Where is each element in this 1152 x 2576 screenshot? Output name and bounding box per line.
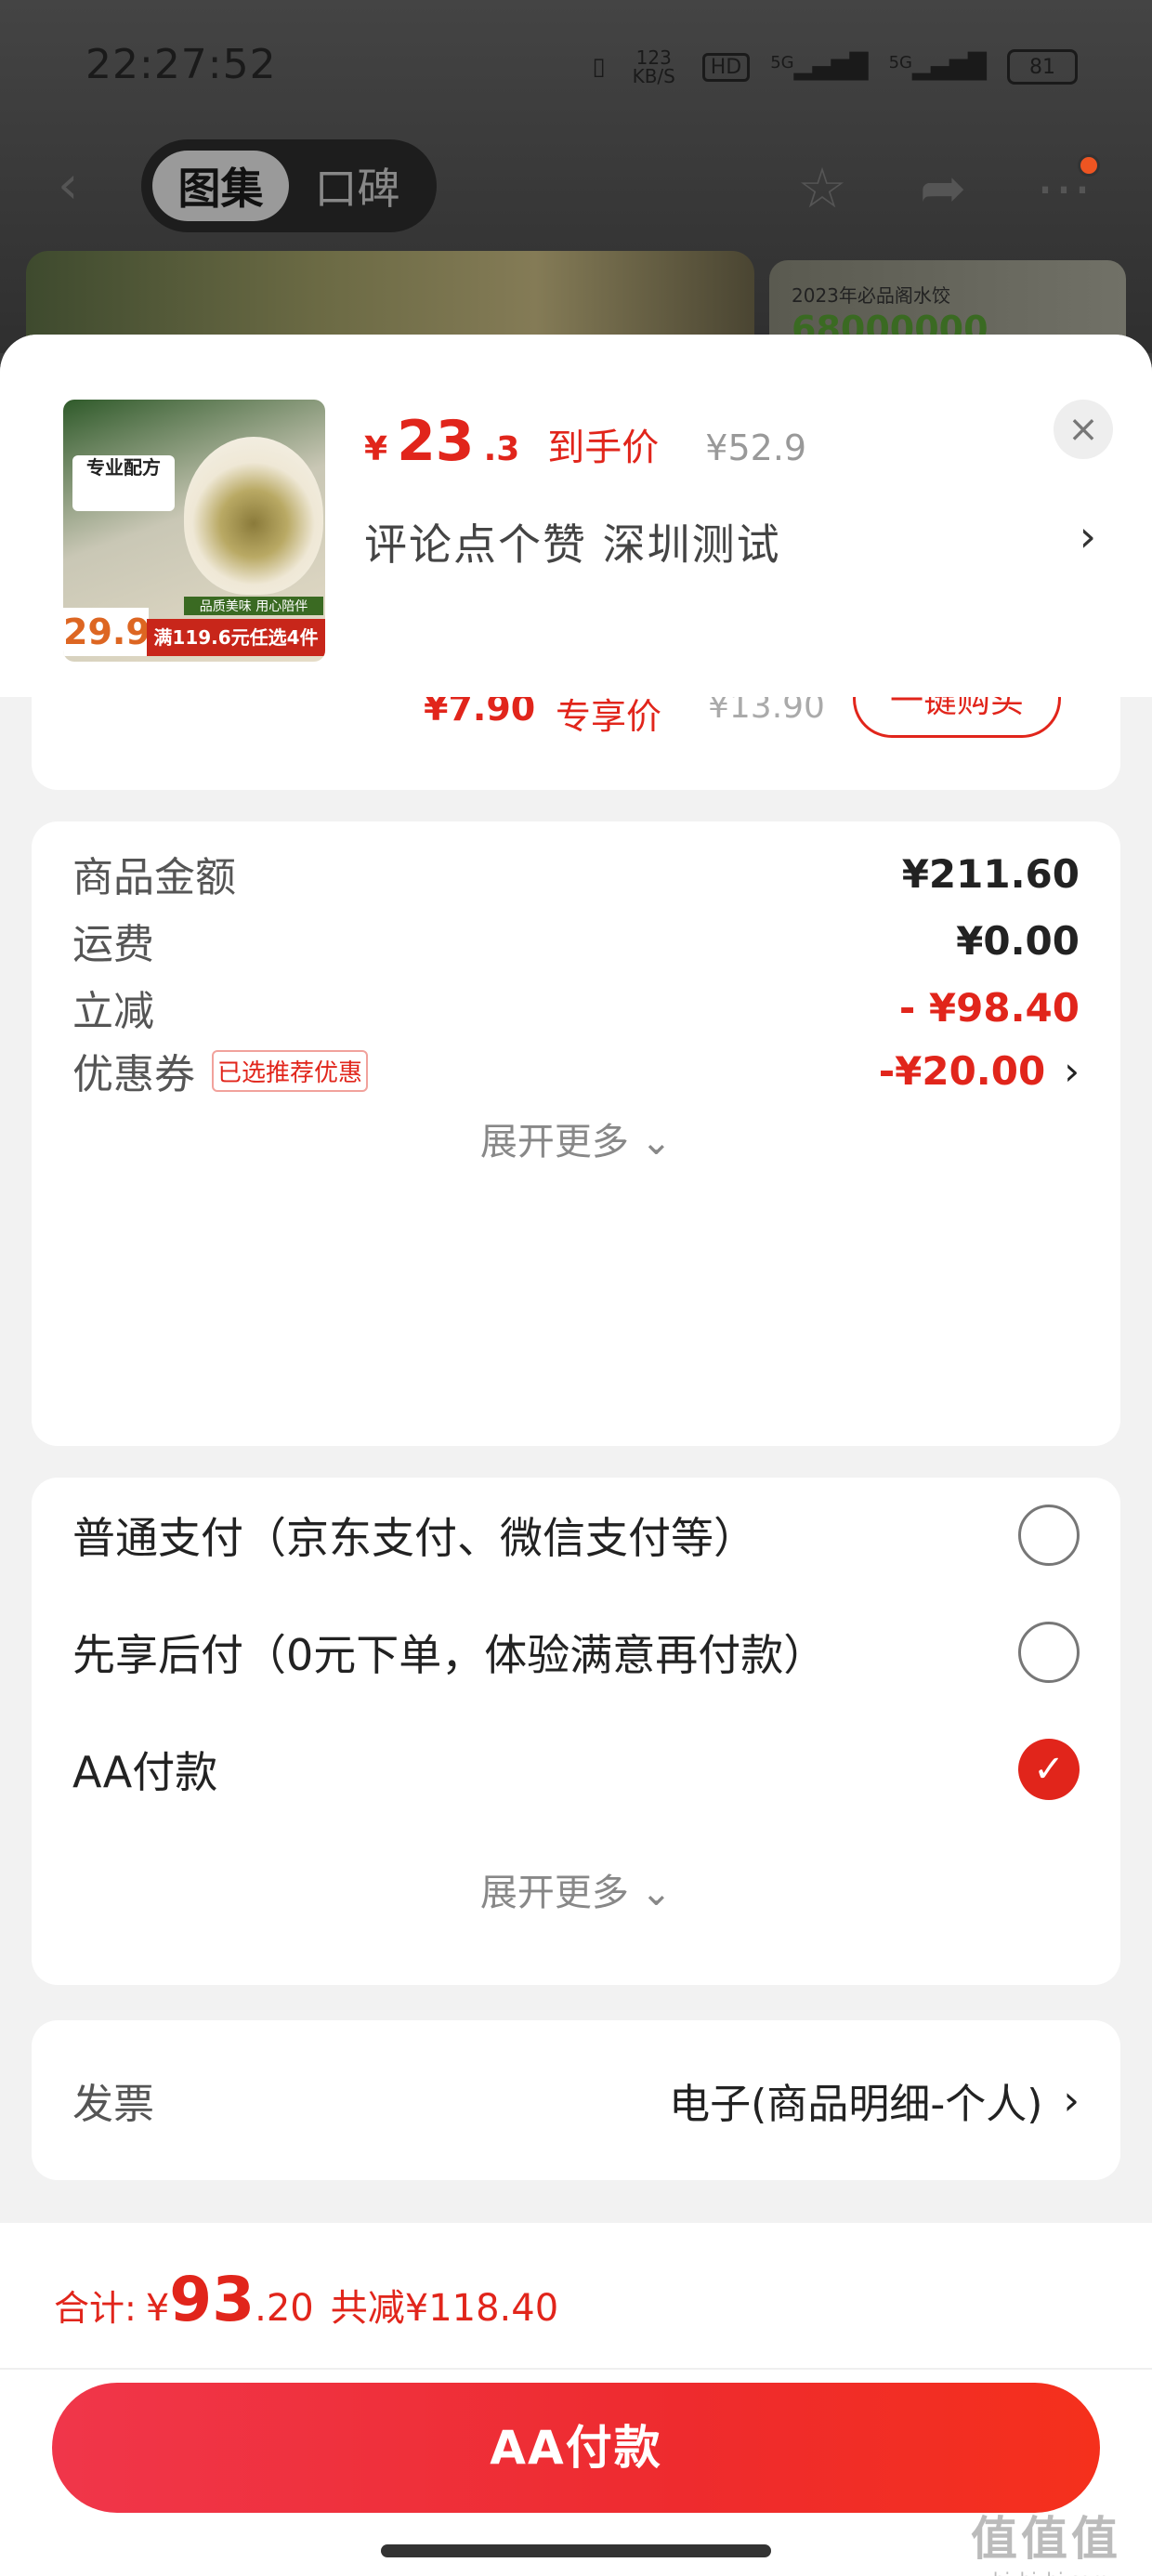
chevron-right-icon: ›: [1063, 2076, 1080, 2124]
watermark: 值值值 zhizhizhi.com: [953, 2502, 1139, 2576]
total-currency: ¥: [145, 2287, 170, 2330]
watermark-main: 值值值: [971, 2512, 1121, 2566]
radio-button[interactable]: [1018, 1622, 1080, 1683]
thumb-promo: 满119.6元任选4件: [147, 619, 325, 656]
tab-gallery[interactable]: 图集: [152, 151, 289, 221]
status-time: 22:27:52: [85, 41, 277, 88]
aa-pay-button[interactable]: AA付款: [52, 2383, 1100, 2513]
coupon-label-group: 优惠券 已选推荐优惠: [72, 1041, 369, 1100]
thumb-badge: 专业配方: [72, 455, 175, 511]
discount-label: 立减: [72, 988, 154, 1035]
checkout-sheet: 专业配方 品质美味 用心陪伴 29.9 满119.6元任选4件 ¥23.3 到手…: [0, 335, 1152, 2576]
thumb-slogan: 品质美味 用心陪伴: [184, 597, 323, 615]
dumpling-image: [184, 437, 323, 595]
coupon-tag: 已选推荐优惠: [212, 1049, 369, 1092]
hd-icon: HD: [701, 52, 751, 82]
order-summary-card: 商品金额 ¥211.60 运费 ¥0.00 立减 - ¥98.40 优惠券 已选…: [32, 821, 1120, 1446]
invoice-label: 发票: [72, 2081, 154, 2128]
price-row: ¥23.3 到手价 ¥52.9: [364, 409, 806, 474]
summary-row-discount: 立减 - ¥98.40: [72, 979, 1080, 1036]
home-indicator[interactable]: [381, 2544, 771, 2557]
discount-value: - ¥98.40: [898, 984, 1080, 1031]
vibrate-icon: ▯: [592, 53, 606, 81]
payment-option-label: 先享后付（0元下单，体验满意再付款）: [72, 1630, 827, 1680]
coupon-label: 优惠券: [72, 1051, 195, 1098]
shipping-value: ¥0.00: [956, 917, 1080, 964]
product-header: 专业配方 品质美味 用心陪伴 29.9 满119.6元任选4件 ¥23.3 到手…: [0, 335, 1152, 697]
nav-actions: ☆ ➦ ⋯: [790, 154, 1100, 221]
invoice-value: 电子(商品明细-个人): [669, 2081, 1043, 2128]
price-integer: 23: [397, 409, 475, 474]
close-button[interactable]: ×: [1054, 400, 1113, 459]
payment-option-label: 普通支付（京东支付、微信支付等）: [72, 1513, 756, 1563]
subtotal-label: 商品金额: [72, 854, 236, 901]
back-button[interactable]: ‹: [58, 158, 113, 214]
divider: [0, 2368, 1152, 2370]
check-icon: ✓: [1033, 1748, 1065, 1791]
payment-option-aa[interactable]: AA付款 ✓: [72, 1732, 1080, 1807]
total-label: 合计:: [54, 2288, 137, 2329]
status-bar: 22:27:52 ▯ 123 KB/S HD 5G▂▄▆█ 5G▂▄▆█ 81: [0, 0, 1152, 139]
price-decimal: .3: [483, 430, 520, 468]
banner-text-1: 2023年必品阁水饺: [792, 284, 950, 307]
more-icon[interactable]: ⋯: [1031, 154, 1100, 221]
shipping-label: 运费: [72, 921, 154, 968]
net-speed: 123 KB/S: [632, 46, 675, 87]
favorite-star-icon[interactable]: ☆: [790, 156, 855, 221]
payment-expand-more[interactable]: 展开更多 ⌄: [32, 1862, 1120, 1916]
notification-dot: [1078, 154, 1100, 177]
chevron-right-icon: ›: [1064, 1047, 1080, 1094]
price-label: 到手价: [547, 427, 660, 469]
invoice-value-group: 电子(商品明细-个人) ›: [669, 2070, 1080, 2130]
invoice-row[interactable]: 发票 电子(商品明细-个人) ›: [72, 2070, 1080, 2130]
product-thumbnail[interactable]: 专业配方 品质美味 用心陪伴 29.9 满119.6元任选4件: [63, 400, 325, 662]
signal-icon-1: 5G▂▄▆█: [770, 53, 869, 81]
total-decimal: .20: [255, 2287, 314, 2330]
total-row: 合计: ¥ 93 .20 共减¥118.40: [54, 2264, 558, 2335]
checkout-bottom-bar: 合计: ¥ 93 .20 共减¥118.40 AA付款 值值值 zhizhizh…: [0, 2223, 1152, 2576]
watermark-sub: zhizhizhi.com: [953, 2569, 1139, 2576]
coupon-value: -¥20.00: [878, 1047, 1046, 1094]
coupon-value-group: -¥20.00 ›: [879, 1048, 1080, 1094]
radio-button[interactable]: [1018, 1505, 1080, 1566]
tab-reviews[interactable]: 口碑: [289, 151, 425, 221]
battery-icon: 81: [1007, 49, 1078, 85]
product-subtitle[interactable]: 评论点个赞 深圳测试: [364, 511, 781, 572]
summary-row-subtotal: 商品金额 ¥211.60: [72, 846, 1080, 902]
share-icon[interactable]: ➦: [910, 156, 975, 221]
subtotal-value: ¥211.60: [901, 850, 1080, 897]
invoice-card[interactable]: 发票 电子(商品明细-个人) ›: [32, 2020, 1120, 2180]
original-price: ¥52.9: [705, 427, 807, 468]
total-saved: 共减¥118.40: [330, 2287, 559, 2330]
signal-icon-2: 5G▂▄▆█: [888, 53, 987, 81]
summary-row-coupon[interactable]: 优惠券 已选推荐优惠 -¥20.00 ›: [72, 1041, 1080, 1100]
thumb-price: 29.9: [63, 608, 151, 656]
status-icons: ▯ 123 KB/S HD 5G▂▄▆█ 5G▂▄▆█ 81: [592, 48, 1078, 85]
radio-button-checked[interactable]: ✓: [1018, 1739, 1080, 1800]
payment-option-normal[interactable]: 普通支付（京东支付、微信支付等）: [72, 1498, 1080, 1572]
payment-option-label: AA付款: [72, 1747, 218, 1797]
summary-row-shipping: 运费 ¥0.00: [72, 913, 1080, 969]
gallery-review-switch: 图集 口碑: [141, 139, 437, 232]
price-currency: ¥: [364, 430, 388, 468]
top-navigation: ‹ 图集 口碑 ☆ ➦ ⋯: [0, 139, 1152, 242]
chevron-right-icon[interactable]: ›: [1080, 511, 1096, 561]
total-integer: 93: [169, 2264, 255, 2335]
summary-expand-more[interactable]: 展开更多 ⌄: [32, 1111, 1120, 1165]
payment-option-pay-later[interactable]: 先享后付（0元下单，体验满意再付款）: [72, 1615, 1080, 1689]
payment-methods-card: 普通支付（京东支付、微信支付等） 先享后付（0元下单，体验满意再付款） AA付款…: [32, 1478, 1120, 1985]
